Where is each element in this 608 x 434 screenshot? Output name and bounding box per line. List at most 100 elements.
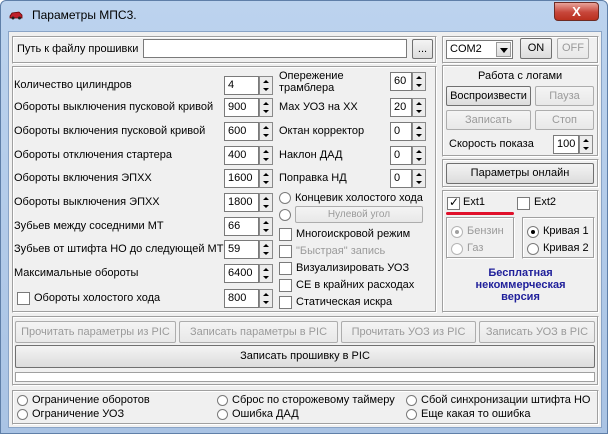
param-input[interactable]: 60 [390,72,412,91]
param-input[interactable]: 0 [390,146,412,165]
param-label: Обороты отключения стартера [14,149,173,161]
stop-log-button[interactable]: Стоп [535,110,594,130]
spinner-icon [412,169,426,188]
fuel-petrol-radio[interactable] [451,226,463,238]
param-label: Наклон ДАД [279,149,343,161]
option-checkbox[interactable] [279,262,292,275]
option-label: Статическая искра [296,296,393,308]
status-label: Сброс по сторожевому таймеру [232,394,395,406]
spinner-icon [259,217,273,236]
firmware-path-label: Путь к файлу прошивки [17,43,139,55]
idle-speed-input[interactable]: 800 [224,289,259,308]
spinner-icon [579,135,593,154]
param-input[interactable]: 600 [224,122,259,141]
browse-button[interactable]: ... [412,39,433,59]
param-label: Опережение трамблера [279,70,344,94]
client-area: Путь к файлу прошивки ... COM2 ON OFF Ко… [8,31,602,428]
param-spinner[interactable] [259,146,273,165]
param-spinner[interactable] [412,122,426,141]
param-label: Максимальные обороты [14,267,139,279]
param-input[interactable]: 4 [224,76,259,95]
on-button[interactable]: ON [520,38,552,59]
param-input[interactable]: 1600 [224,169,259,188]
param-input[interactable]: 59 [224,240,259,259]
play-log-button[interactable]: Воспроизвести [446,86,531,106]
option-label: Многоискровой режим [296,228,411,240]
com-port-select[interactable]: COM2 [446,40,513,59]
zero-angle-button[interactable]: Нулевой угол [295,206,423,223]
param-spinner[interactable] [412,98,426,117]
option-checkbox[interactable] [279,296,292,309]
off-button[interactable]: OFF [557,38,589,59]
status-indicator [17,395,28,406]
param-label: Обороты выключения пусковой кривой [14,101,214,113]
param-spinner[interactable] [259,98,273,117]
zero-angle-radio[interactable] [279,209,291,221]
param-input[interactable]: 0 [390,122,412,141]
param-input[interactable]: 0 [390,169,412,188]
status-label: Еще какая то ошибка [421,408,531,420]
param-label: Октан корректор [279,125,365,137]
curve1-radio[interactable] [527,226,539,238]
param-spinner[interactable] [259,240,273,259]
param-spinner[interactable] [259,193,273,212]
flash-firmware-button[interactable]: Записать прошивку в PIC [15,345,595,368]
status-label: Ограничение УОЗ [32,408,125,420]
read-params-button[interactable]: Прочитать параметры из PIC [15,321,176,343]
option-checkbox[interactable] [279,228,292,241]
speed-input[interactable]: 100 [553,135,579,154]
param-spinner[interactable] [412,72,426,91]
param-spinner[interactable] [259,122,273,141]
spinner-icon [259,76,273,95]
pause-log-button[interactable]: Пауза [535,86,594,106]
fuel-petrol-label: Бензин [467,225,504,237]
param-label: Количество цилиндров [14,79,132,91]
param-label: Мах УОЗ на ХХ [279,101,358,113]
param-spinner[interactable] [412,169,426,188]
param-input[interactable]: 1800 [224,193,259,212]
firmware-path-input[interactable] [143,39,407,58]
curve2-radio[interactable] [527,243,539,255]
param-spinner[interactable] [259,217,273,236]
param-spinner[interactable] [259,264,273,283]
fuel-gas-label: Газ [467,242,484,254]
option-checkbox[interactable] [279,279,292,292]
param-label: Обороты включения пусковой кривой [14,125,206,137]
option-checkbox[interactable] [279,245,292,258]
param-input[interactable]: 66 [224,217,259,236]
param-spinner[interactable] [259,76,273,95]
param-input[interactable]: 400 [224,146,259,165]
param-label: Поправка НД [279,172,347,184]
write-uoz-button[interactable]: Записать УОЗ в PIC [479,321,595,343]
read-uoz-button[interactable]: Прочитать УОЗ из PIC [341,321,476,343]
idle-speed-spinner[interactable] [259,289,273,308]
fuel-gas-radio[interactable] [451,243,463,255]
curve1-label: Кривая 1 [543,225,589,237]
param-spinner[interactable] [412,146,426,165]
status-label: Сбой синхронизации штифта НО [421,394,591,406]
idle-speed-checkbox[interactable] [17,292,30,305]
online-params-button[interactable]: Параметры онлайн [446,163,594,184]
write-params-button[interactable]: Записать параметры в PIC [179,321,338,343]
idle-switch-radio[interactable] [279,192,291,204]
ext2-checkbox[interactable] [517,197,530,210]
title-bar[interactable]: Параметры МПС3. X [1,1,607,31]
param-spinner[interactable] [259,169,273,188]
ext1-checkbox[interactable] [447,195,460,210]
app-window: Параметры МПС3. X Путь к файлу прошивки … [0,0,608,434]
free-version-note: Бесплатная некоммерческая версия [475,267,566,303]
chevron-down-icon [496,42,511,57]
status-indicator [406,395,417,406]
spinner-icon [412,146,426,165]
spinner-icon [259,289,273,308]
param-input[interactable]: 900 [224,98,259,117]
spinner-icon [259,240,273,259]
close-button[interactable]: X [554,2,599,21]
record-log-button[interactable]: Записать [446,110,531,130]
param-input[interactable]: 6400 [224,264,259,283]
idle-switch-label: Концевик холостого хода [295,192,423,204]
window-title: Параметры МПС3. [32,8,137,22]
param-label: Зубьев между соседними МТ [14,220,164,232]
param-input[interactable]: 20 [390,98,412,117]
speed-spinner[interactable] [579,135,593,154]
